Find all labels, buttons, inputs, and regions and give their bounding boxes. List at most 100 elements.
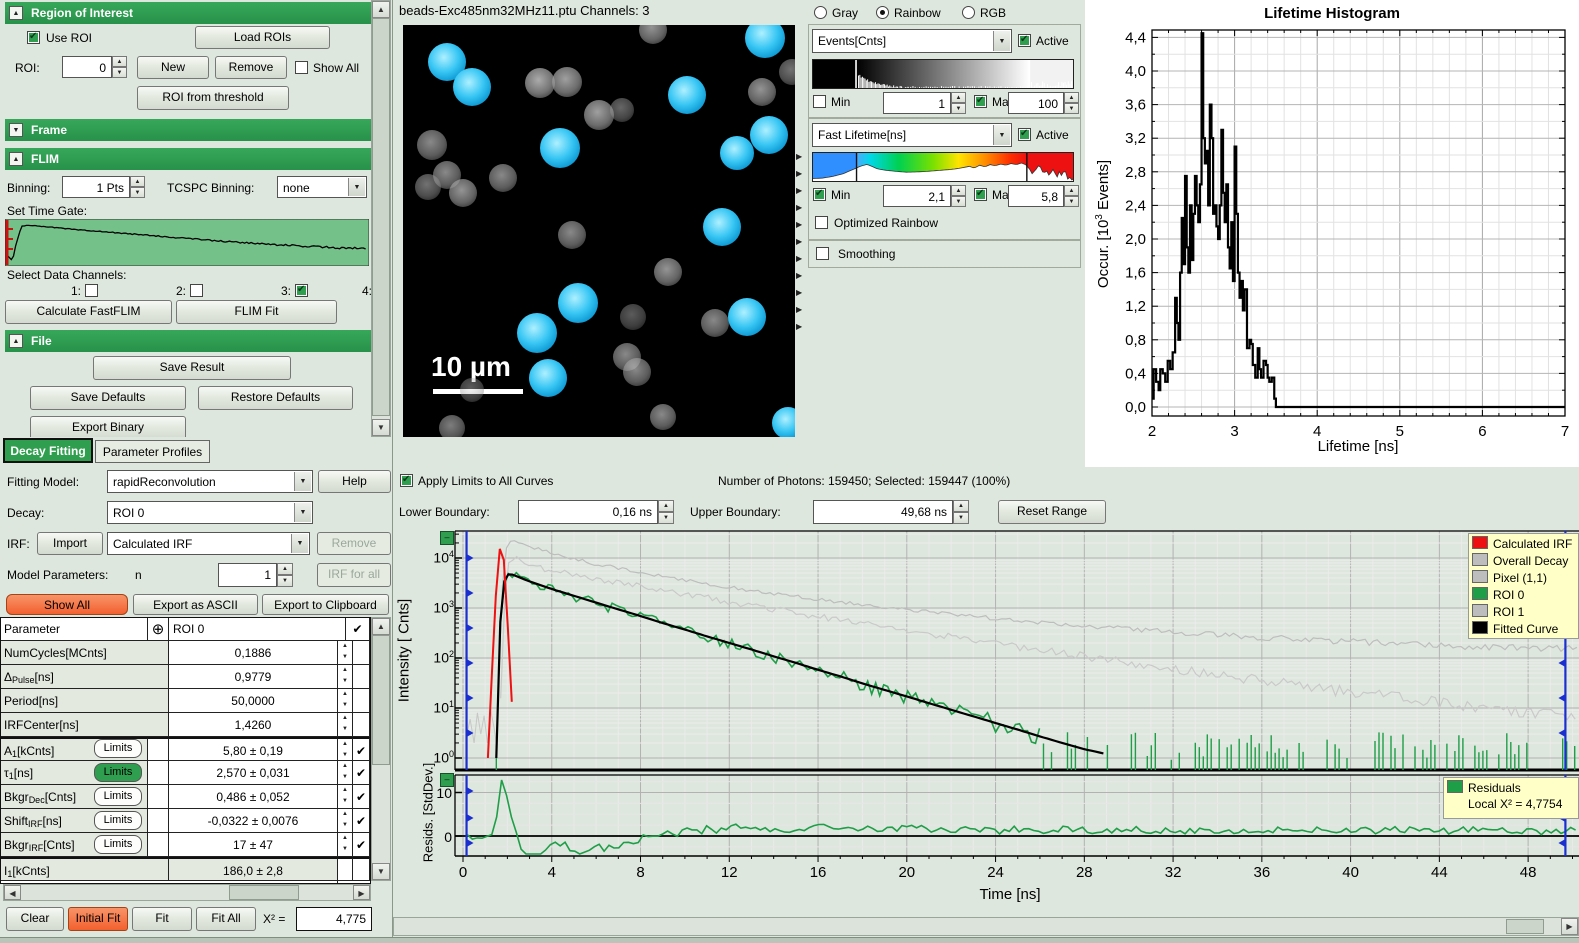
spin-down-icon[interactable]: ▼ <box>130 187 145 198</box>
param-value[interactable]: 0,486 ± 0,052 <box>169 785 338 809</box>
param-check[interactable] <box>353 641 370 665</box>
events-max-spinner[interactable]: ▲ ▼ <box>1064 92 1079 114</box>
collapse-up-icon[interactable]: ▲ <box>9 152 23 166</box>
channel-checkbox[interactable] <box>85 284 98 297</box>
spin-up-icon[interactable]: ▲ <box>277 563 293 575</box>
param-check[interactable]: ✔ <box>353 761 370 785</box>
splitter-arrow-icon[interactable]: ▶ <box>796 152 802 161</box>
irf-remove-button[interactable]: Remove <box>317 532 391 555</box>
fitting-model-select[interactable]: rapidReconvolution ▼ <box>107 470 313 493</box>
flim-fit-button[interactable]: FLIM Fit <box>176 300 337 324</box>
spin-up-icon[interactable]: ▲ <box>1064 185 1079 196</box>
fit-button[interactable]: Fit <box>132 907 192 931</box>
section-header-frame[interactable]: ▼ Frame <box>5 119 371 141</box>
roi-number-field[interactable]: 0 <box>62 56 112 78</box>
collapse-up-icon[interactable]: ▲ <box>9 6 23 20</box>
reset-range-button[interactable]: Reset Range <box>998 500 1106 524</box>
n-spinner[interactable]: ▲ ▼ <box>277 563 293 587</box>
param-value[interactable]: 0,9779 <box>169 665 338 689</box>
param-value[interactable]: 5,80 ± 0,19 <box>169 737 338 761</box>
gray-radio[interactable] <box>814 6 827 19</box>
channel-checkbox[interactable] <box>295 284 308 297</box>
help-button[interactable]: Help <box>318 470 391 493</box>
param-check[interactable] <box>353 713 370 737</box>
fit-all-button[interactable]: Fit All <box>196 907 256 931</box>
apply-limits-checkbox[interactable] <box>400 474 413 487</box>
events-channel-select[interactable]: Events[Cnts] ▼ <box>812 29 1012 53</box>
show-all-params-button[interactable]: Show All <box>6 594 128 615</box>
spin-down-icon[interactable]: ▼ <box>658 512 674 524</box>
splitter-arrow-icon[interactable]: ▶ <box>796 271 802 280</box>
tab-parameter-profiles[interactable]: Parameter Profiles <box>95 440 210 463</box>
scroll-down-icon[interactable]: ▼ <box>372 419 390 436</box>
decay-select[interactable]: ROI 0 ▼ <box>107 501 313 524</box>
binning-field[interactable]: 1 Pts <box>62 176 130 198</box>
upper-boundary-spinner[interactable]: ▲ ▼ <box>953 500 969 524</box>
table-header-check[interactable]: ✔ <box>346 618 370 641</box>
scrollbar-thumb[interactable] <box>372 635 390 765</box>
scrollbar-thumb[interactable] <box>229 885 299 900</box>
scrollbar-thumb[interactable] <box>372 18 390 416</box>
decay-plot-options-button[interactable]: – <box>440 531 454 545</box>
events-min-checkbox[interactable] <box>813 95 826 108</box>
limits-button[interactable]: Limits <box>94 787 142 806</box>
roi-from-threshold-button[interactable]: ROI from threshold <box>137 86 289 110</box>
scroll-up-icon[interactable]: ▲ <box>372 1 390 18</box>
spin-up-icon[interactable]: ▲ <box>112 56 127 67</box>
param-spinner[interactable]: ▲ ▼ <box>338 833 353 857</box>
param-spinner[interactable]: ▲ ▼ <box>338 689 353 713</box>
param-check[interactable]: ✔ <box>353 833 370 857</box>
irf-for-all-button[interactable]: IRF for all <box>317 563 391 587</box>
irf-select[interactable]: Calculated IRF ▼ <box>107 532 310 555</box>
param-check[interactable] <box>353 665 370 689</box>
section-header-roi[interactable]: ▲ Region of Interest <box>5 2 371 24</box>
limits-button[interactable]: Limits <box>94 763 142 782</box>
events-active-checkbox[interactable] <box>1018 34 1031 47</box>
events-max-field[interactable]: 100 <box>1008 92 1064 114</box>
chevron-down-icon[interactable]: ▼ <box>294 503 311 522</box>
param-check[interactable]: ✔ <box>353 785 370 809</box>
chevron-down-icon[interactable]: ▼ <box>348 178 365 196</box>
lower-boundary-spinner[interactable]: ▲ ▼ <box>658 500 674 524</box>
lifetime-histogram-plot[interactable]: 2 3 4 5 6 70,00,40,81,21,62,02,42,83,23,64,04… <box>1085 0 1579 460</box>
parameter-table-hscrollbar[interactable]: ◀ ▶ <box>3 884 371 901</box>
events-min-spinner[interactable]: ▲ ▼ <box>951 92 966 114</box>
decay-hscrollbar[interactable]: ▶ <box>393 917 1579 936</box>
chevron-down-icon[interactable]: ▼ <box>291 534 308 553</box>
load-rois-button[interactable]: Load ROIs <box>195 26 330 49</box>
lifetime-max-spinner[interactable]: ▲ ▼ <box>1064 185 1079 207</box>
show-all-rois-checkbox[interactable] <box>295 61 308 74</box>
scroll-right-icon[interactable]: ▶ <box>1561 918 1578 935</box>
binning-spinner[interactable]: ▲ ▼ <box>130 176 145 198</box>
param-spinner[interactable]: ▲ ▼ <box>338 785 353 809</box>
splitter-arrow-icon[interactable]: ▶ <box>796 186 802 195</box>
param-value[interactable]: 1,4260 <box>169 713 338 737</box>
remove-roi-button[interactable]: Remove <box>215 56 287 79</box>
collapse-down-icon[interactable]: ▼ <box>9 123 23 137</box>
lifetime-channel-select[interactable]: Fast Lifetime[ns] ▼ <box>812 123 1012 147</box>
splitter-arrow-icon[interactable]: ▶ <box>796 254 802 263</box>
smoothing-checkbox[interactable] <box>816 247 829 260</box>
export-clipboard-button[interactable]: Export to Clipboard <box>262 594 389 615</box>
export-ascii-button[interactable]: Export as ASCII <box>133 594 258 615</box>
lifetime-min-field[interactable]: 2,1 <box>883 185 951 207</box>
decay-plot[interactable] <box>393 528 1579 773</box>
use-roi-checkbox[interactable] <box>27 31 40 44</box>
param-check[interactable]: ✔ <box>353 737 370 761</box>
param-value[interactable]: 17 ± 47 <box>169 833 338 857</box>
upper-boundary-field[interactable]: 49,68 ns <box>813 500 953 524</box>
save-result-button[interactable]: Save Result <box>93 356 291 380</box>
lifetime-min-checkbox[interactable] <box>813 188 826 201</box>
splitter-arrow-icon[interactable]: ▶ <box>796 288 802 297</box>
globe-icon[interactable]: ⊕ <box>148 618 169 641</box>
optimized-rainbow-checkbox[interactable] <box>815 216 828 229</box>
scroll-left-icon[interactable]: ◀ <box>4 885 21 900</box>
parameter-table-vscrollbar[interactable]: ▲ ▼ <box>371 617 391 881</box>
param-value[interactable]: 50,0000 <box>169 689 338 713</box>
spin-up-icon[interactable]: ▲ <box>951 185 966 196</box>
events-max-checkbox[interactable] <box>974 95 987 108</box>
param-spinner[interactable]: ▲ ▼ <box>338 665 353 689</box>
irf-import-button[interactable]: Import <box>37 532 103 555</box>
events-min-field[interactable]: 1 <box>883 92 951 114</box>
initial-fit-button[interactable]: Initial Fit <box>68 907 128 931</box>
